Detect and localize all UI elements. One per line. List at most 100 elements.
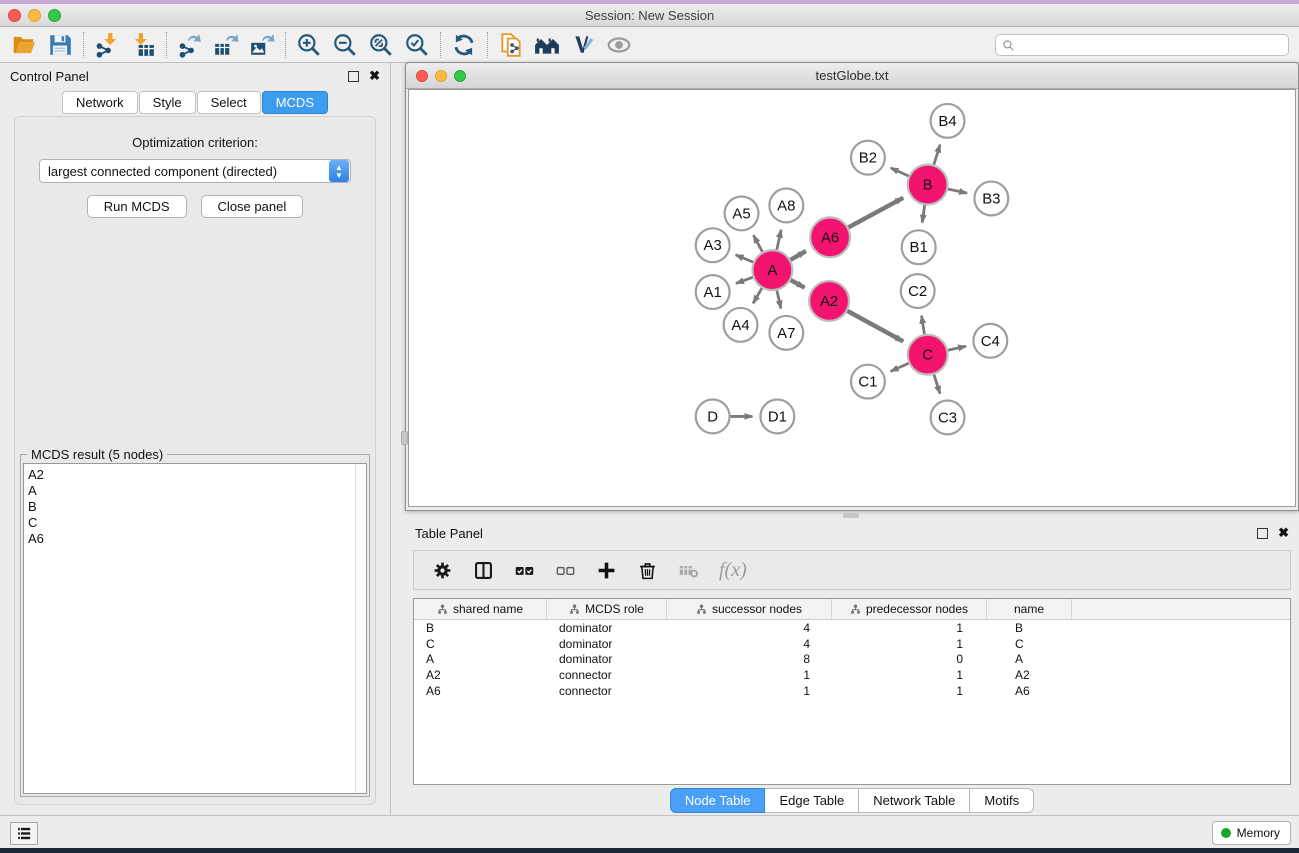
table-cell[interactable]: A6 xyxy=(987,684,1072,698)
search-input[interactable] xyxy=(1019,38,1282,52)
select-all-icon[interactable] xyxy=(514,560,535,581)
mcds-result-list[interactable]: A2ABCA6 xyxy=(23,463,367,794)
table-row[interactable]: A6connector11A6 xyxy=(414,683,1290,699)
table-settings-icon[interactable] xyxy=(432,560,453,581)
close-panel-button[interactable]: Close panel xyxy=(201,195,304,218)
node-C4[interactable]: C4 xyxy=(973,324,1007,358)
export-image-icon[interactable] xyxy=(244,30,280,60)
add-column-icon[interactable] xyxy=(596,560,617,581)
node-A6[interactable]: A6 xyxy=(810,217,850,257)
zoom-fit-icon[interactable] xyxy=(363,30,399,60)
result-item[interactable]: C xyxy=(28,515,366,531)
export-table-icon[interactable] xyxy=(208,30,244,60)
table-cell[interactable]: 1 xyxy=(667,684,832,698)
network-canvas[interactable]: B4B2BB3A8A5A6B1A3AC2A1A2A4A7C4CC1C3DD1 xyxy=(408,89,1296,507)
show-hide-eye-icon[interactable] xyxy=(601,30,637,60)
column-header-successor-nodes[interactable]: successor nodes xyxy=(667,599,832,619)
table-cell[interactable]: connector xyxy=(547,668,667,682)
table-cell[interactable]: 4 xyxy=(667,621,832,635)
node-B1[interactable]: B1 xyxy=(902,230,936,264)
delete-table-icon[interactable] xyxy=(678,560,699,581)
node-B[interactable]: B xyxy=(908,165,948,205)
tab-style[interactable]: Style xyxy=(139,91,196,114)
node-A5[interactable]: A5 xyxy=(725,196,759,230)
run-mcds-button[interactable]: Run MCDS xyxy=(87,195,187,218)
node-C1[interactable]: C1 xyxy=(851,365,885,399)
table-cell[interactable]: dominator xyxy=(547,621,667,635)
vizmapper-icon[interactable] xyxy=(565,30,601,60)
zoom-out-icon[interactable] xyxy=(327,30,363,60)
node-A1[interactable]: A1 xyxy=(696,275,730,309)
table-cell[interactable]: dominator xyxy=(547,637,667,651)
edge-A-A8[interactable] xyxy=(777,230,782,251)
import-network-icon[interactable] xyxy=(89,30,125,60)
export-network-icon[interactable] xyxy=(172,30,208,60)
close-panel-icon[interactable]: ✖ xyxy=(369,68,380,84)
table-cell[interactable]: A2 xyxy=(987,668,1072,682)
show-panels-button[interactable] xyxy=(10,822,38,845)
table-cell[interactable]: 4 xyxy=(667,637,832,651)
result-item[interactable]: A xyxy=(28,483,366,499)
function-builder-icon[interactable]: f(x) xyxy=(719,559,747,582)
edge-A-A6[interactable] xyxy=(790,251,806,260)
node-C[interactable]: C xyxy=(908,335,948,375)
node-C3[interactable]: C3 xyxy=(931,401,965,435)
table-cell[interactable]: 1 xyxy=(832,668,987,682)
table-cell[interactable]: B xyxy=(414,621,547,635)
network-window-titlebar[interactable]: testGlobe.txt xyxy=(406,63,1298,89)
open-session-icon[interactable] xyxy=(6,30,42,60)
node-D[interactable]: D xyxy=(696,400,730,434)
tab-node-table[interactable]: Node Table xyxy=(670,788,766,813)
tab-edge-table[interactable]: Edge Table xyxy=(765,788,859,813)
table-row[interactable]: Cdominator41C xyxy=(414,636,1290,652)
zoom-selected-icon[interactable] xyxy=(399,30,435,60)
node-B2[interactable]: B2 xyxy=(851,141,885,175)
column-header-shared-name[interactable]: shared name xyxy=(414,599,547,619)
edge-A2-C[interactable] xyxy=(847,311,904,342)
edge-B-B1[interactable] xyxy=(922,204,925,222)
node-B4[interactable]: B4 xyxy=(931,104,965,138)
network-snapshot-icon[interactable] xyxy=(493,30,529,60)
table-cell[interactable]: A2 xyxy=(414,668,547,682)
table-cell[interactable]: 0 xyxy=(832,652,987,666)
float-table-panel-icon[interactable] xyxy=(1257,528,1268,539)
edge-C-C4[interactable] xyxy=(947,346,966,350)
edge-C-C2[interactable] xyxy=(922,316,925,335)
result-item[interactable]: B xyxy=(28,499,366,515)
table-cell[interactable]: A6 xyxy=(414,684,547,698)
table-cell[interactable]: dominator xyxy=(547,652,667,666)
node-A2[interactable]: A2 xyxy=(809,281,849,321)
edge-A-A7[interactable] xyxy=(777,290,781,309)
table-row[interactable]: Adominator80A xyxy=(414,651,1290,667)
node-A4[interactable]: A4 xyxy=(724,308,758,342)
edge-B-B2[interactable] xyxy=(891,168,910,176)
edge-B-B3[interactable] xyxy=(947,189,967,193)
table-row[interactable]: Bdominator41B xyxy=(414,620,1290,636)
table-row[interactable]: A2connector11A2 xyxy=(414,667,1290,683)
home-icon[interactable] xyxy=(529,30,565,60)
edge-B-B4[interactable] xyxy=(934,145,941,166)
result-item[interactable]: A6 xyxy=(28,531,366,547)
column-header-MCDS-role[interactable]: MCDS role xyxy=(547,599,667,619)
result-item[interactable]: A2 xyxy=(28,467,366,483)
search-field[interactable] xyxy=(995,34,1289,56)
table-cell[interactable]: connector xyxy=(547,684,667,698)
table-cell[interactable]: A xyxy=(987,652,1072,666)
table-cell[interactable]: 1 xyxy=(667,668,832,682)
tab-motifs[interactable]: Motifs xyxy=(970,788,1034,813)
tab-mcds[interactable]: MCDS xyxy=(262,91,328,114)
tab-select[interactable]: Select xyxy=(197,91,261,114)
save-session-icon[interactable] xyxy=(42,30,78,60)
zoom-in-icon[interactable] xyxy=(291,30,327,60)
node-C2[interactable]: C2 xyxy=(901,274,935,308)
node-A3[interactable]: A3 xyxy=(696,228,730,262)
criterion-dropdown[interactable]: largest connected component (directed) ▲… xyxy=(39,159,351,183)
table-cell[interactable]: C xyxy=(414,637,547,651)
node-A8[interactable]: A8 xyxy=(769,189,803,223)
edge-C-C1[interactable] xyxy=(891,363,910,371)
panel-divider-grip[interactable] xyxy=(401,431,408,445)
table-cell[interactable]: 1 xyxy=(832,637,987,651)
result-scrollbar[interactable] xyxy=(355,464,366,793)
close-table-panel-icon[interactable]: ✖ xyxy=(1278,525,1289,541)
edge-C-C3[interactable] xyxy=(934,374,940,394)
